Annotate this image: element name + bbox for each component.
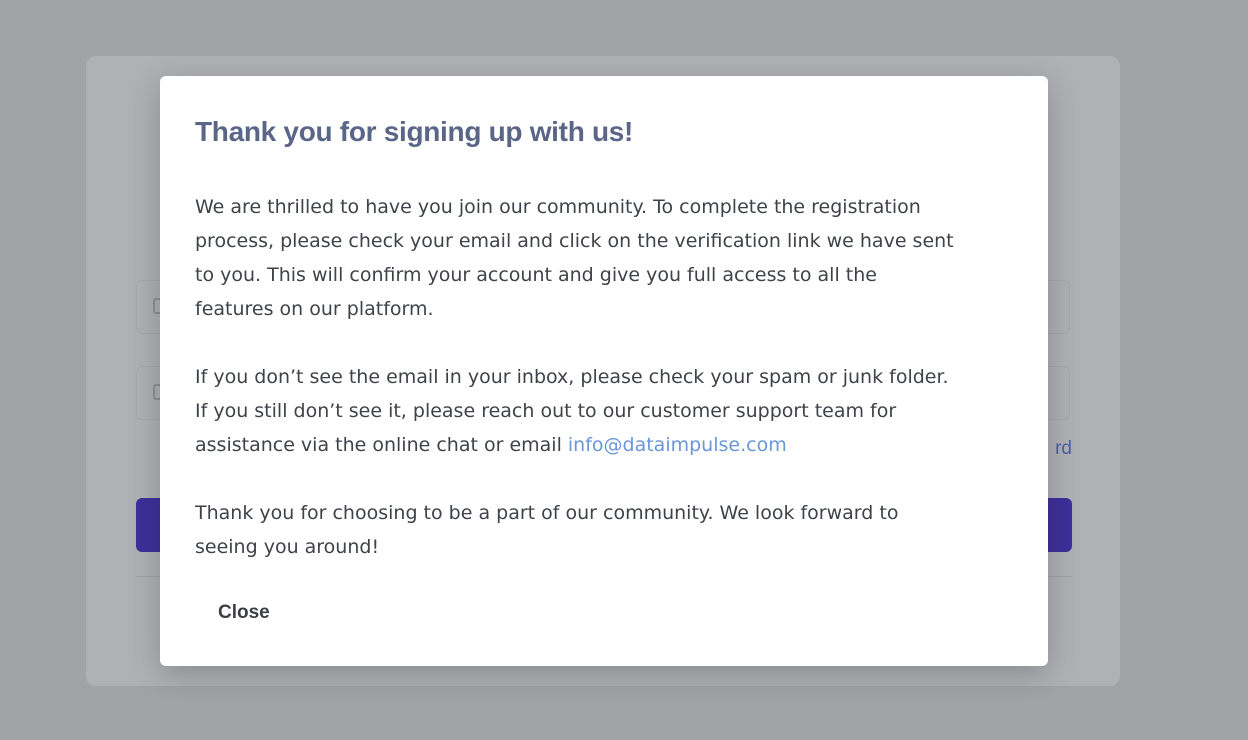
modal-title: Thank you for signing up with us!	[195, 116, 634, 147]
text-fragment: assistance via the online chat or email	[195, 434, 568, 456]
close-button[interactable]: Close	[200, 596, 288, 630]
paragraph-thanks: Thank you for choosing to be a part of o…	[195, 496, 1025, 564]
modal-body: We are thrilled to have you join our com…	[195, 190, 1025, 598]
support-email-link[interactable]: info@dataimpulse.com	[568, 434, 787, 456]
text-line: Thank you for choosing to be a part of o…	[195, 502, 899, 524]
text-line: If you still don’t see it, please reach …	[195, 400, 897, 422]
paragraph-verification: We are thrilled to have you join our com…	[195, 190, 1025, 326]
signup-confirmation-modal: Thank you for signing up with us! We are…	[160, 76, 1048, 666]
text-line: We are thrilled to have you join our com…	[195, 196, 921, 218]
text-line: seeing you around!	[195, 536, 380, 558]
text-line: to you. This will confirm your account a…	[195, 264, 877, 286]
text-line: process, please check your email and cli…	[195, 230, 954, 252]
page-backdrop: rd Thank you for signing up with us! We …	[0, 0, 1248, 740]
text-line: assistance via the online chat or email …	[195, 428, 1025, 462]
paragraph-support: If you don’t see the email in your inbox…	[195, 360, 1025, 462]
text-line: features on our platform.	[195, 298, 434, 320]
text-line: If you don’t see the email in your inbox…	[195, 366, 949, 388]
